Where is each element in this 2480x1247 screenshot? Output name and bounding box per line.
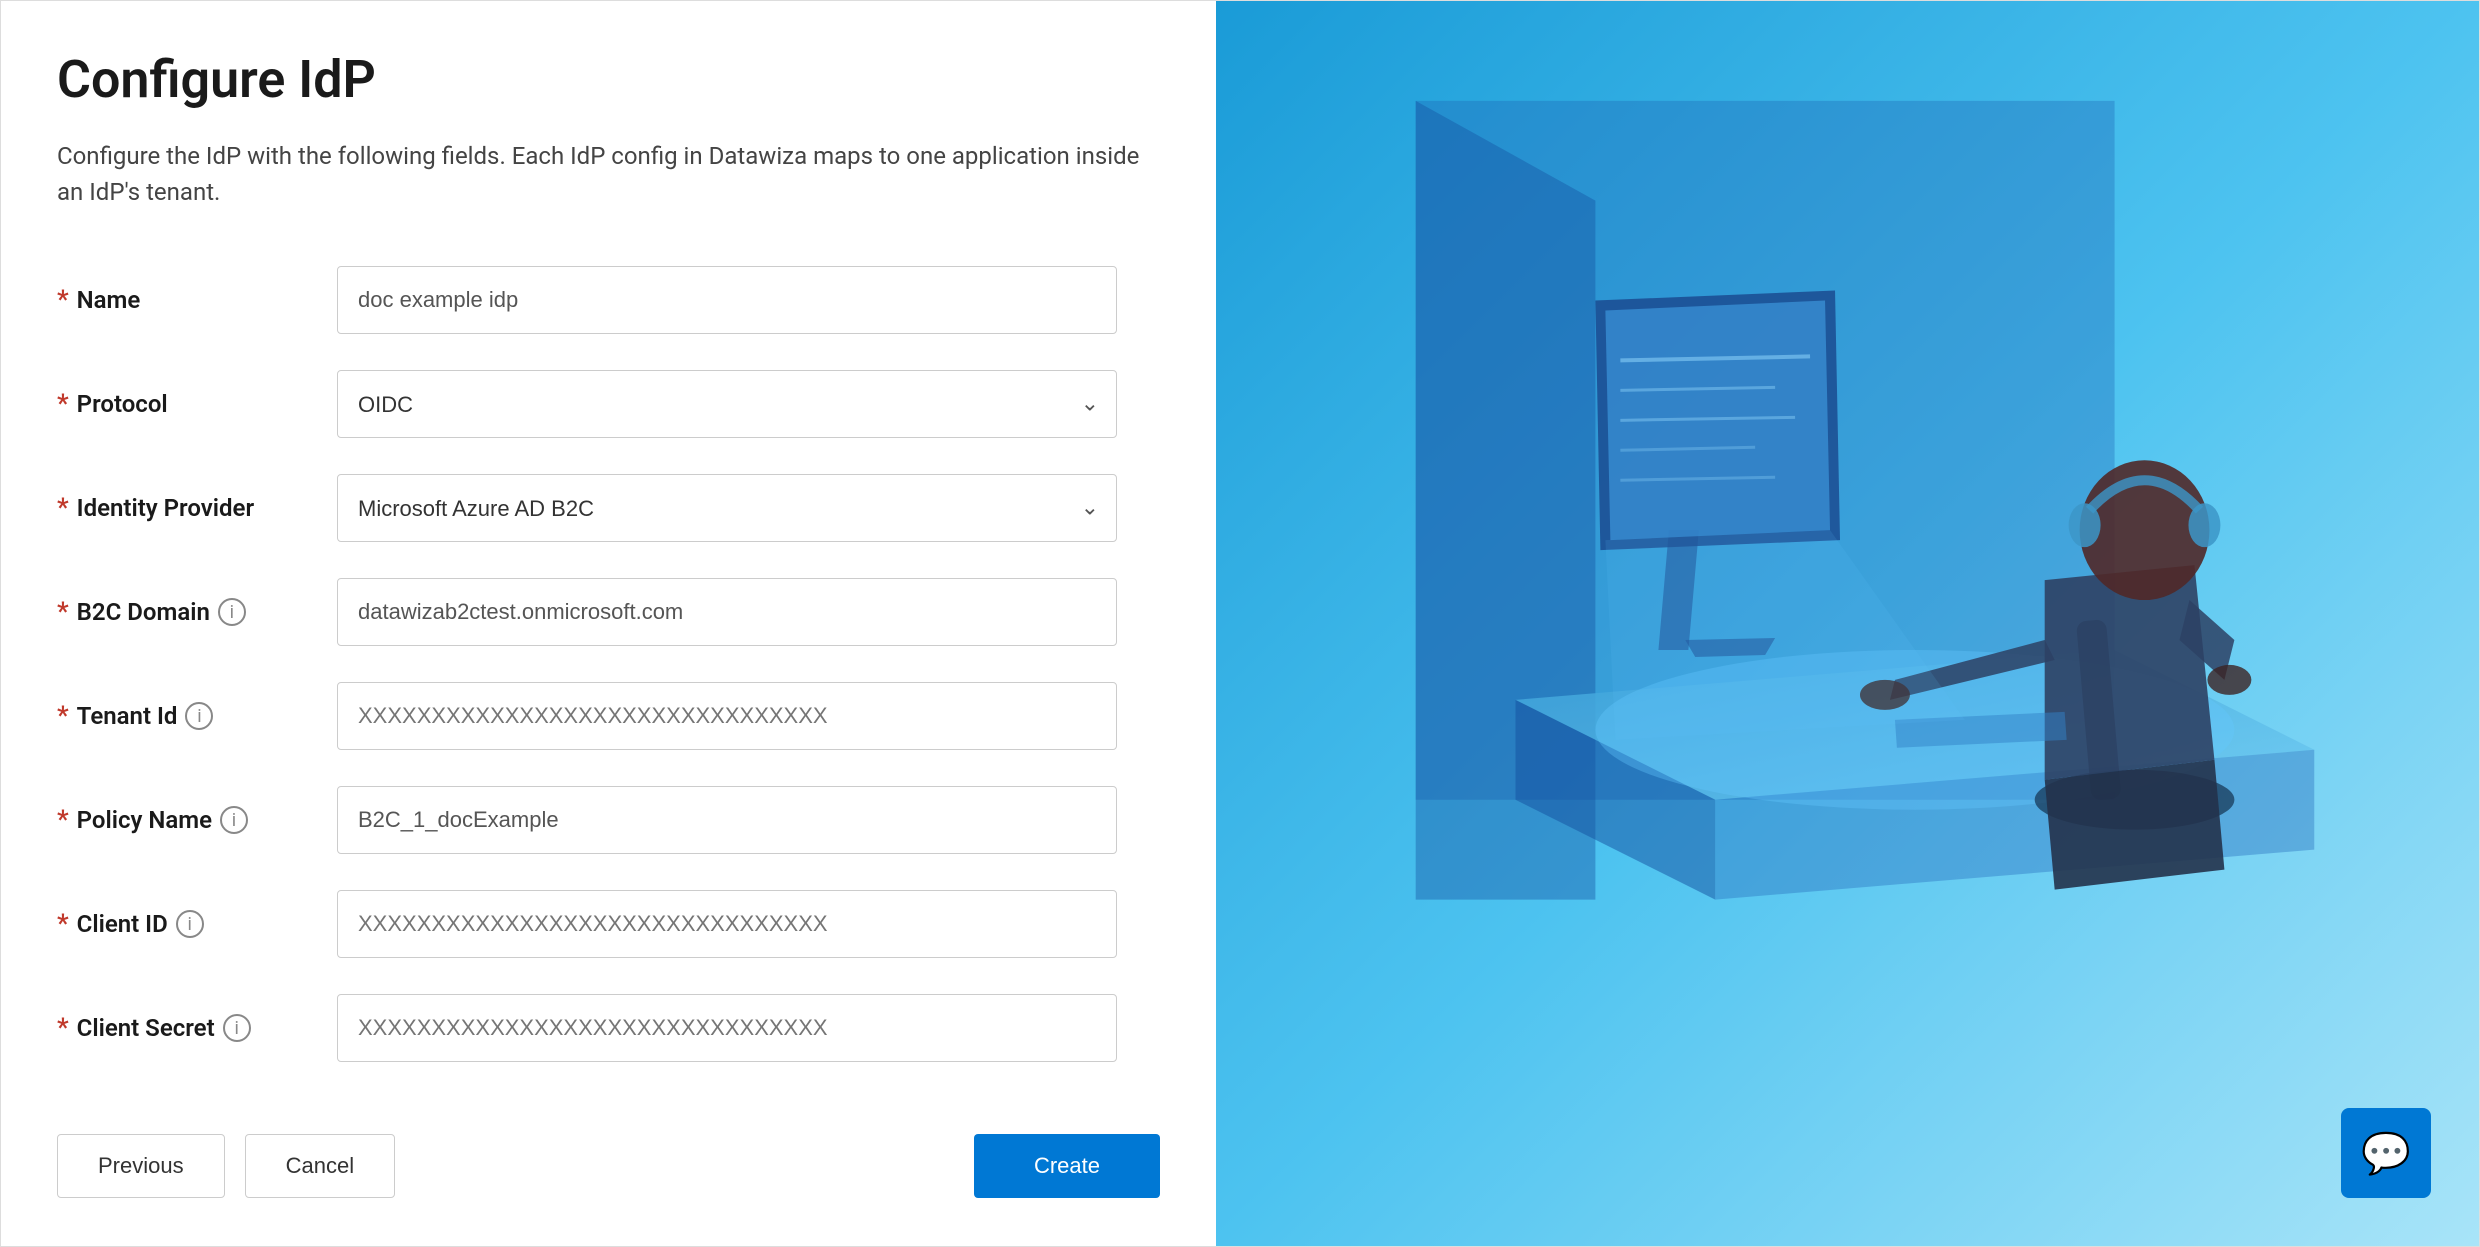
identity-provider-label: * Identity Provider — [57, 493, 337, 523]
b2c-domain-input[interactable] — [337, 578, 1117, 646]
create-button[interactable]: Create — [974, 1134, 1160, 1198]
page-title: Configure IdP — [57, 49, 1160, 110]
b2c-domain-label: * B2C Domain i — [57, 597, 337, 627]
policy-name-label-text: Policy Name — [77, 806, 212, 834]
name-label: * Name — [57, 285, 337, 315]
illustration-section: 💬 — [1216, 1, 2479, 1246]
client-secret-row: * Client Secret i — [57, 994, 1160, 1062]
tenant-id-input[interactable] — [337, 682, 1117, 750]
chat-icon: 💬 — [2361, 1130, 2411, 1177]
protocol-label-text: Protocol — [77, 390, 168, 418]
policy-name-row: * Policy Name i — [57, 786, 1160, 854]
client-secret-label: * Client Secret i — [57, 1013, 337, 1043]
policy-name-required: * — [57, 805, 69, 835]
identity-provider-label-text: Identity Provider — [77, 494, 254, 522]
client-secret-input[interactable] — [337, 994, 1117, 1062]
tenant-id-label: * Tenant Id i — [57, 701, 337, 731]
protocol-select[interactable]: OIDC SAML — [337, 370, 1117, 438]
protocol-select-wrapper: OIDC SAML ⌄ — [337, 370, 1117, 438]
b2c-domain-row: * B2C Domain i — [57, 578, 1160, 646]
form-body: * Name * Protocol OIDC SAML ⌄ — [57, 266, 1160, 1102]
previous-button[interactable]: Previous — [57, 1134, 225, 1198]
client-id-input[interactable] — [337, 890, 1117, 958]
client-id-label: * Client ID i — [57, 909, 337, 939]
protocol-required: * — [57, 389, 69, 419]
footer-buttons: Previous Cancel Create — [57, 1134, 1160, 1198]
b2c-domain-info-icon[interactable]: i — [218, 598, 246, 626]
policy-name-info-icon[interactable]: i — [220, 806, 248, 834]
client-secret-info-icon[interactable]: i — [223, 1014, 251, 1042]
cancel-button[interactable]: Cancel — [245, 1134, 395, 1198]
client-secret-required: * — [57, 1013, 69, 1043]
policy-name-input[interactable] — [337, 786, 1117, 854]
identity-provider-select-wrapper: Microsoft Azure AD B2C Microsoft Azure A… — [337, 474, 1117, 542]
client-id-required: * — [57, 909, 69, 939]
b2c-domain-label-text: B2C Domain — [77, 598, 210, 626]
form-section: Configure IdP Configure the IdP with the… — [1, 1, 1216, 1246]
protocol-row: * Protocol OIDC SAML ⌄ — [57, 370, 1160, 438]
tenant-id-row: * Tenant Id i — [57, 682, 1160, 750]
identity-provider-row: * Identity Provider Microsoft Azure AD B… — [57, 474, 1160, 542]
tenant-id-info-icon[interactable]: i — [185, 702, 213, 730]
protocol-label: * Protocol — [57, 389, 337, 419]
name-required: * — [57, 285, 69, 315]
illustration-svg — [1216, 1, 2479, 1246]
client-id-info-icon[interactable]: i — [176, 910, 204, 938]
tenant-id-required: * — [57, 701, 69, 731]
b2c-domain-required: * — [57, 597, 69, 627]
name-label-text: Name — [77, 286, 141, 314]
client-id-row: * Client ID i — [57, 890, 1160, 958]
policy-name-label: * Policy Name i — [57, 805, 337, 835]
client-secret-label-text: Client Secret — [77, 1014, 215, 1042]
identity-provider-select[interactable]: Microsoft Azure AD B2C Microsoft Azure A… — [337, 474, 1117, 542]
page-description: Configure the IdP with the following fie… — [57, 138, 1160, 210]
client-id-label-text: Client ID — [77, 910, 168, 938]
name-row: * Name — [57, 266, 1160, 334]
chat-button[interactable]: 💬 — [2341, 1108, 2431, 1198]
tenant-id-label-text: Tenant Id — [77, 702, 178, 730]
identity-provider-required: * — [57, 493, 69, 523]
name-input[interactable] — [337, 266, 1117, 334]
